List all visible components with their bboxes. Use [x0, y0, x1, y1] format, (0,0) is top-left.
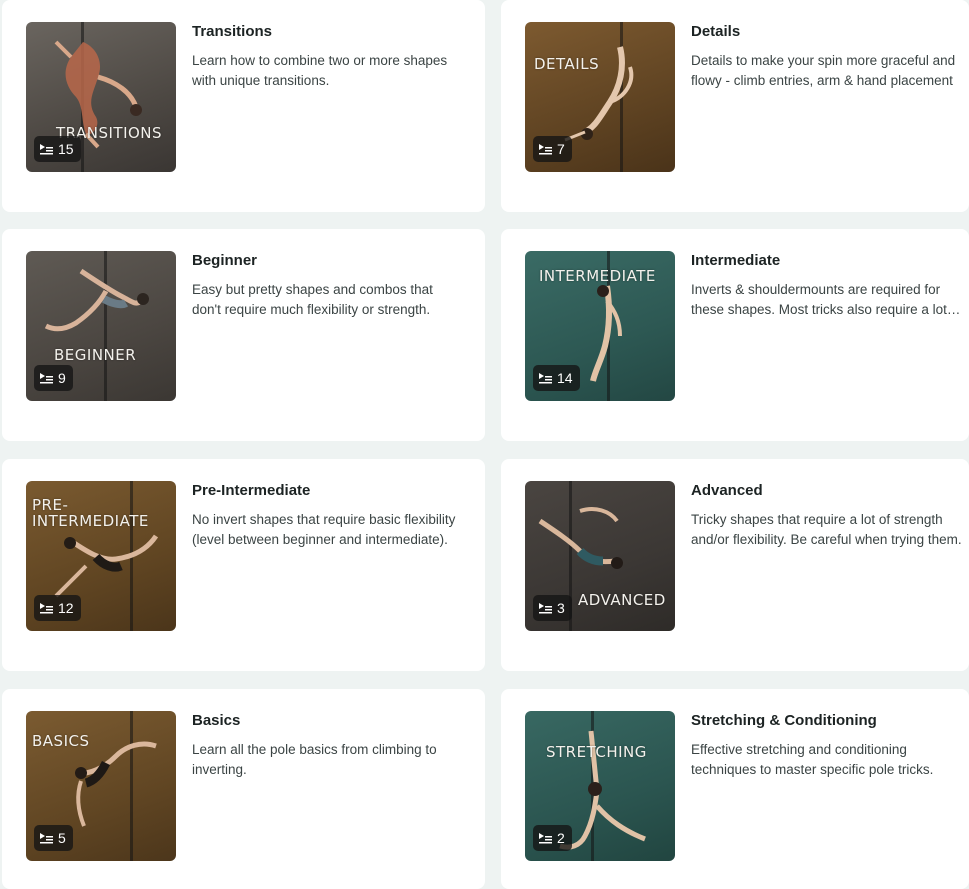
video-count: 3	[557, 600, 565, 616]
course-card-intermediate[interactable]: INTERMEDIATE 14 Intermediate Inverts & s…	[501, 229, 969, 441]
video-count-badge: 14	[533, 365, 580, 391]
thumbnail-caption: ADVANCED	[578, 591, 666, 609]
course-description: Easy but pretty shapes and combos that d…	[192, 282, 433, 317]
course-thumbnail[interactable]: BASICS 5	[26, 711, 176, 861]
video-count-badge: 12	[34, 595, 81, 621]
playlist-icon	[539, 832, 552, 843]
course-card-stretching-conditioning[interactable]: STRETCHING 2 Stretching & Conditioning E…	[501, 689, 969, 889]
course-card-transitions[interactable]: TRANSITIONS 15 Transitions Learn how to …	[2, 0, 485, 212]
course-description: Inverts & shouldermounts are required fo…	[691, 282, 962, 317]
playlist-icon	[40, 372, 53, 383]
course-description: Learn all the pole basics from climbing …	[192, 742, 437, 777]
course-thumbnail[interactable]: STRETCHING 2	[525, 711, 675, 861]
course-card-advanced[interactable]: ADVANCED 3 Advanced Tricky shapes that r…	[501, 459, 969, 671]
playlist-icon	[539, 143, 552, 154]
playlist-icon	[539, 372, 552, 383]
course-thumbnail[interactable]: INTERMEDIATE 14	[525, 251, 675, 401]
course-card-beginner[interactable]: BEGINNER 9 Beginner Easy but pretty shap…	[2, 229, 485, 441]
course-card-details[interactable]: DETAILS 7 Details Details to make your s…	[501, 0, 969, 212]
course-title[interactable]: Basics	[192, 712, 240, 729]
course-title[interactable]: Stretching & Conditioning	[691, 712, 877, 729]
course-title[interactable]: Transitions	[192, 23, 272, 40]
playlist-icon	[40, 832, 53, 843]
video-count: 15	[58, 141, 74, 157]
thumbnail-caption: PRE- INTERMEDIATE	[32, 496, 149, 530]
video-count-badge: 3	[533, 595, 572, 621]
course-description: No invert shapes that require basic flex…	[192, 512, 456, 547]
course-description: Learn how to combine two or more shapes …	[192, 53, 448, 88]
course-thumbnail[interactable]: BEGINNER 9	[26, 251, 176, 401]
video-count-badge: 7	[533, 136, 572, 162]
video-count-badge: 5	[34, 825, 73, 851]
video-count-badge: 9	[34, 365, 73, 391]
video-count: 12	[58, 600, 74, 616]
video-count: 14	[557, 370, 573, 386]
course-description: Details to make your spin more graceful …	[691, 53, 956, 88]
course-card-basics[interactable]: BASICS 5 Basics Learn all the pole basic…	[2, 689, 485, 889]
thumbnail-caption: INTERMEDIATE	[539, 267, 656, 285]
thumbnail-caption: STRETCHING	[546, 743, 647, 761]
course-thumbnail[interactable]: ADVANCED 3	[525, 481, 675, 631]
video-count: 7	[557, 141, 565, 157]
playlist-icon	[40, 143, 53, 154]
course-title[interactable]: Beginner	[192, 252, 257, 269]
course-title[interactable]: Advanced	[691, 482, 763, 499]
video-count: 2	[557, 830, 565, 846]
course-grid: TRANSITIONS 15 Transitions Learn how to …	[0, 0, 969, 889]
course-thumbnail[interactable]: TRANSITIONS 15	[26, 22, 176, 172]
course-card-pre-intermediate[interactable]: PRE- INTERMEDIATE 12 Pre-Intermediate No…	[2, 459, 485, 671]
course-description: Tricky shapes that require a lot of stre…	[691, 512, 962, 547]
video-count-badge: 2	[533, 825, 572, 851]
video-count-badge: 15	[34, 136, 81, 162]
course-title[interactable]: Pre-Intermediate	[192, 482, 310, 499]
course-title[interactable]: Intermediate	[691, 252, 780, 269]
course-title[interactable]: Details	[691, 23, 740, 40]
thumbnail-caption: BEGINNER	[54, 346, 137, 364]
playlist-icon	[40, 602, 53, 613]
playlist-icon	[539, 602, 552, 613]
video-count: 9	[58, 370, 66, 386]
course-description: Effective stretching and conditioning te…	[691, 742, 934, 777]
course-thumbnail[interactable]: DETAILS 7	[525, 22, 675, 172]
thumbnail-caption: DETAILS	[534, 55, 600, 73]
course-thumbnail[interactable]: PRE- INTERMEDIATE 12	[26, 481, 176, 631]
thumbnail-caption: BASICS	[32, 732, 90, 750]
video-count: 5	[58, 830, 66, 846]
